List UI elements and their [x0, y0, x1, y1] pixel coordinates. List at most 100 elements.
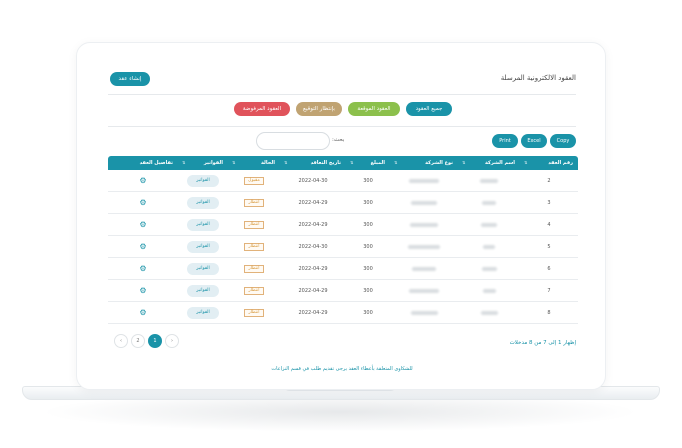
- table-row: 8 300 2022-04-29 انتظار الفواتير ⚙: [108, 302, 578, 324]
- filter-all-button[interactable]: جميع العقود: [406, 102, 452, 116]
- search-input[interactable]: [256, 132, 330, 150]
- status-badge: انتظار: [244, 264, 264, 273]
- header-contract-date[interactable]: تاريخ التعاقد ⇅: [280, 156, 346, 170]
- cell-details: ⚙: [108, 214, 178, 236]
- cell-company-name: [458, 302, 520, 324]
- cell-details: ⚙: [108, 170, 178, 192]
- print-button[interactable]: Print: [492, 134, 518, 148]
- invoices-button[interactable]: الفواتير: [187, 262, 219, 275]
- header-contract-no[interactable]: رقم العقد ⇅: [520, 156, 578, 170]
- sort-icon: ⇅: [462, 160, 466, 165]
- page-button-2[interactable]: 2: [131, 334, 145, 348]
- redacted-text: [408, 244, 440, 249]
- cell-status: مقبول: [228, 170, 280, 192]
- cell-status: انتظار: [228, 280, 280, 302]
- cell-amount: 300: [363, 266, 373, 272]
- cell-details: ⚙: [108, 192, 178, 214]
- search-label: بحث:: [332, 137, 345, 143]
- cell-company-type: [390, 258, 458, 280]
- gear-icon[interactable]: ⚙: [139, 242, 146, 251]
- header-company-name[interactable]: اسم الشركة ⇅: [458, 156, 520, 170]
- create-contract-button[interactable]: إنشاء عقد: [110, 72, 150, 86]
- invoices-button[interactable]: الفواتير: [187, 284, 219, 297]
- export-buttons: Copy Excel Print: [492, 134, 576, 148]
- gear-icon[interactable]: ⚙: [139, 198, 146, 207]
- filter-rejected-button[interactable]: العقود المرفوضة: [234, 102, 290, 116]
- device-mockup: العقود الالكترونية المرسلة إنشاء عقد جمي…: [0, 0, 682, 448]
- disputes-link[interactable]: للشكاوى المتعلقة بأعطاء العقد يرجى تقديم…: [271, 366, 412, 372]
- redacted-text: [483, 244, 495, 249]
- header-label: الفواتير: [203, 160, 223, 166]
- cell-company-type: [390, 214, 458, 236]
- header-company-type[interactable]: نوع الشركة ⇅: [390, 156, 458, 170]
- pagination-info: إظهار 1 إلى 7 من 8 مدخلات: [509, 340, 576, 346]
- header-details[interactable]: تفاصيل العقد: [108, 156, 178, 170]
- cell-contract-date: 2022-04-29: [298, 200, 328, 206]
- header-label: نوع الشركة: [425, 160, 453, 166]
- sort-icon: ⇅: [394, 160, 398, 165]
- cell-contract-no: 3: [547, 200, 551, 206]
- page-title: العقود الالكترونية المرسلة: [500, 74, 576, 82]
- page-button-1[interactable]: 1: [148, 334, 162, 348]
- gear-icon[interactable]: ⚙: [139, 176, 146, 185]
- filter-bar: جميع العقود العقود الموقعة بإنتظار التوق…: [234, 102, 452, 116]
- redacted-text: [482, 200, 496, 205]
- cell-company-name: [458, 192, 520, 214]
- table-header: رقم العقد ⇅ اسم الشركة ⇅ نوع الشركة ⇅ المبل…: [108, 156, 578, 170]
- status-badge: انتظار: [244, 198, 264, 207]
- redacted-text: [410, 222, 438, 227]
- redacted-text: [410, 310, 438, 315]
- cell-company-name: [458, 214, 520, 236]
- invoices-button[interactable]: الفواتير: [187, 174, 219, 187]
- header-label: اسم الشركة: [484, 160, 515, 166]
- gear-icon[interactable]: ⚙: [139, 220, 146, 229]
- sort-icon: ⇅: [182, 160, 186, 165]
- pagination: ‹ 2 1 ›: [114, 334, 179, 348]
- cell-company-type: [390, 192, 458, 214]
- status-badge: مقبول: [244, 176, 264, 185]
- invoices-button[interactable]: الفواتير: [187, 218, 219, 231]
- cell-contract-date: 2022-04-30: [298, 178, 328, 184]
- header-label: تاريخ التعاقد: [310, 160, 341, 166]
- header-label: الحالة: [261, 160, 275, 166]
- excel-button[interactable]: Excel: [521, 134, 547, 148]
- cell-contract-no: 5: [547, 244, 551, 250]
- disputes-note: للشكاوى المتعلقة بأعطاء العقد يرجى تقديم…: [96, 366, 588, 372]
- header-amount[interactable]: المبلغ ⇅: [346, 156, 390, 170]
- cell-contract-no: 2: [547, 178, 551, 184]
- header-divider: [108, 94, 576, 95]
- copy-button[interactable]: Copy: [550, 134, 576, 148]
- gear-icon[interactable]: ⚙: [139, 264, 146, 273]
- cell-company-type: [390, 280, 458, 302]
- table-row: 6 300 2022-04-29 انتظار الفواتير ⚙: [108, 258, 578, 280]
- redacted-text: [480, 310, 498, 315]
- cell-invoices: الفواتير: [178, 236, 228, 258]
- cell-company-name: [458, 280, 520, 302]
- cell-contract-date: 2022-04-29: [298, 288, 328, 294]
- cell-company-type: [390, 170, 458, 192]
- contracts-table: رقم العقد ⇅ اسم الشركة ⇅ نوع الشركة ⇅ المبل…: [108, 156, 578, 324]
- invoices-button[interactable]: الفواتير: [187, 196, 219, 209]
- header-label: تفاصيل العقد: [139, 160, 173, 166]
- cell-details: ⚙: [108, 280, 178, 302]
- cell-status: انتظار: [228, 192, 280, 214]
- cell-invoices: الفواتير: [178, 192, 228, 214]
- cell-status: انتظار: [228, 258, 280, 280]
- filter-signed-button[interactable]: العقود الموقعة: [348, 102, 400, 116]
- cell-contract-no: 7: [547, 288, 551, 294]
- filter-waiting-button[interactable]: بإنتظار التوقيع: [296, 102, 342, 116]
- cell-amount: 300: [363, 178, 373, 184]
- header-status[interactable]: الحالة ⇅: [228, 156, 280, 170]
- gear-icon[interactable]: ⚙: [139, 286, 146, 295]
- cell-status: انتظار: [228, 302, 280, 324]
- sort-icon: ⇅: [524, 160, 528, 165]
- prev-page-button[interactable]: ‹: [114, 334, 128, 348]
- next-page-button[interactable]: ›: [165, 334, 179, 348]
- gear-icon[interactable]: ⚙: [139, 308, 146, 317]
- cell-amount: 300: [363, 244, 373, 250]
- invoices-button[interactable]: الفواتير: [187, 306, 219, 319]
- invoices-button[interactable]: الفواتير: [187, 240, 219, 253]
- cell-invoices: الفواتير: [178, 302, 228, 324]
- cell-details: ⚙: [108, 258, 178, 280]
- header-invoices[interactable]: الفواتير ⇅: [178, 156, 228, 170]
